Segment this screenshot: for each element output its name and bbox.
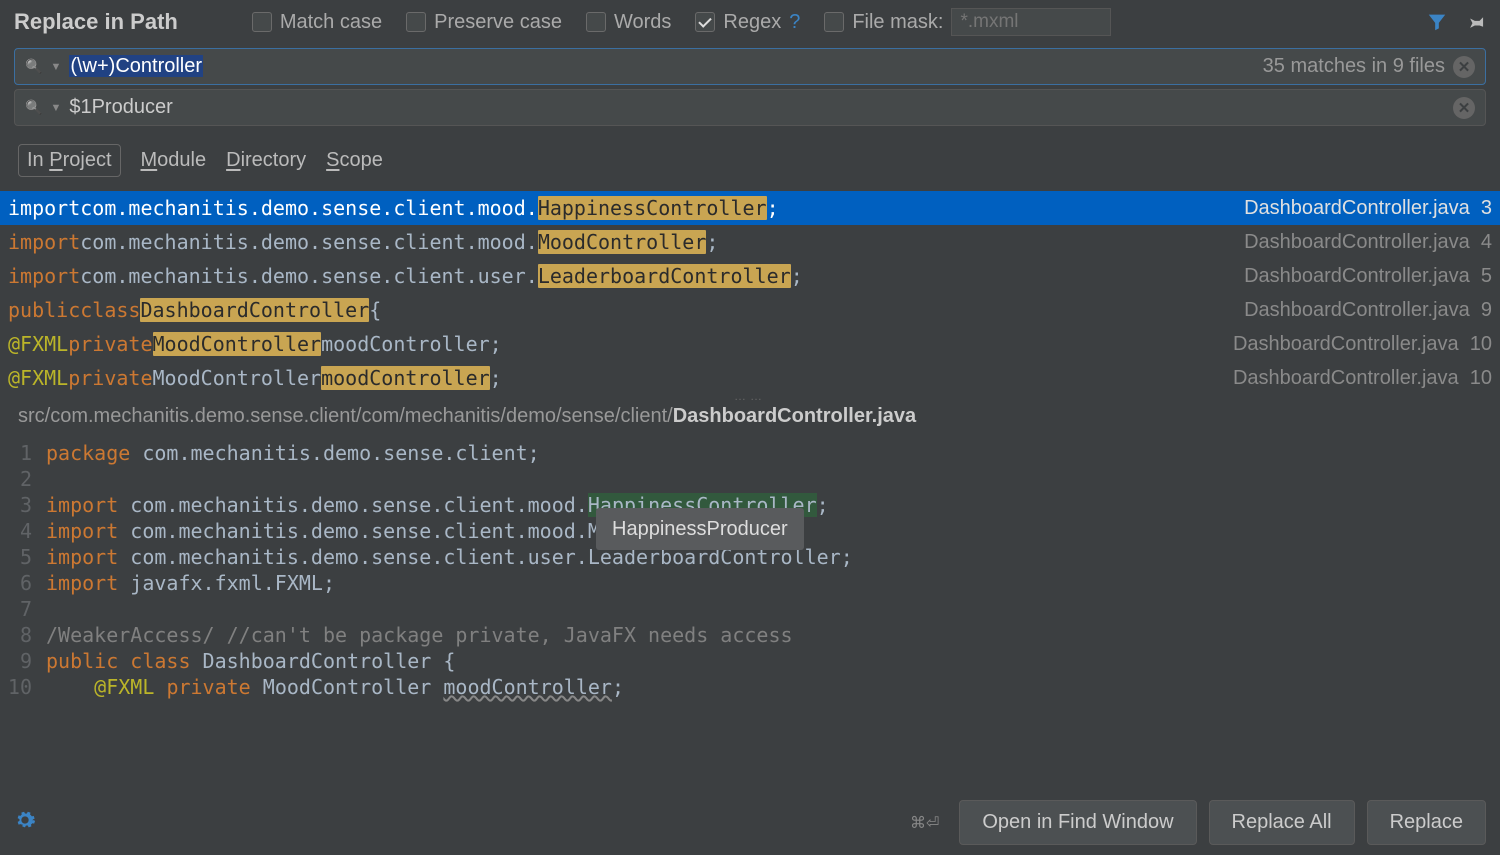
replace-text[interactable]: $1Producer bbox=[69, 96, 172, 119]
words-option[interactable]: Words bbox=[586, 11, 671, 34]
match-count: 35 matches in 9 files bbox=[1263, 55, 1445, 78]
replace-input-row[interactable]: ▼ $1Producer ✕ bbox=[14, 89, 1486, 126]
search-input-row[interactable]: ▼ (\w+)Controller 35 matches in 9 files … bbox=[14, 48, 1486, 85]
regex-checkbox[interactable] bbox=[695, 12, 715, 32]
clear-replace-icon[interactable]: ✕ bbox=[1453, 97, 1475, 119]
file-mask-input[interactable] bbox=[951, 8, 1111, 36]
replace-history-dropdown-icon[interactable]: ▼ bbox=[50, 102, 61, 114]
match-case-label: Match case bbox=[280, 11, 382, 34]
preserve-case-option[interactable]: Preserve case bbox=[406, 11, 562, 34]
result-row[interactable]: import com.mechanitis.demo.sense.client.… bbox=[0, 259, 1500, 293]
file-mask-checkbox[interactable] bbox=[824, 12, 844, 32]
header-bar: Replace in Path Match case Preserve case… bbox=[0, 0, 1500, 44]
result-row[interactable]: public class DashboardController {Dashbo… bbox=[0, 293, 1500, 327]
replace-icon bbox=[25, 99, 42, 116]
match-case-checkbox[interactable] bbox=[252, 12, 272, 32]
match-case-option[interactable]: Match case bbox=[252, 11, 382, 34]
scope-bar: In Project Module Directory Scope bbox=[0, 130, 1500, 191]
clear-search-icon[interactable]: ✕ bbox=[1453, 56, 1475, 78]
regex-option[interactable]: Regex? bbox=[695, 11, 800, 34]
filter-icon[interactable] bbox=[1426, 11, 1448, 33]
shortcut-hint: ⌘⏎ bbox=[910, 813, 939, 833]
result-row[interactable]: import com.mechanitis.demo.sense.client.… bbox=[0, 225, 1500, 259]
result-row[interactable]: @FXML private MoodController moodControl… bbox=[0, 327, 1500, 361]
editor-line[interactable]: 1package com.mechanitis.demo.sense.clien… bbox=[0, 440, 1500, 466]
pin-icon[interactable] bbox=[1466, 12, 1486, 32]
search-icon bbox=[25, 58, 42, 75]
settings-gear-icon[interactable] bbox=[14, 809, 36, 837]
dialog-title: Replace in Path bbox=[14, 9, 178, 35]
regex-help-icon[interactable]: ? bbox=[789, 11, 800, 34]
scope-scope[interactable]: Scope bbox=[326, 149, 383, 172]
open-in-find-window-button[interactable]: Open in Find Window bbox=[959, 800, 1196, 845]
scope-directory[interactable]: Directory bbox=[226, 149, 306, 172]
file-mask-option[interactable]: File mask: bbox=[824, 8, 1111, 36]
editor-line[interactable]: 7 bbox=[0, 596, 1500, 622]
preserve-case-label: Preserve case bbox=[434, 11, 562, 34]
replace-button[interactable]: Replace bbox=[1367, 800, 1486, 845]
results-list: import com.mechanitis.demo.sense.client.… bbox=[0, 191, 1500, 395]
scope-in-project[interactable]: In Project bbox=[18, 144, 121, 177]
footer-bar: ⌘⏎ Open in Find Window Replace All Repla… bbox=[0, 790, 1500, 855]
editor-line[interactable]: 2 bbox=[0, 466, 1500, 492]
preview-tooltip: HappinessProducer bbox=[596, 508, 804, 550]
preview-editor[interactable]: HappinessProducer 1package com.mechaniti… bbox=[0, 438, 1500, 700]
path-file: DashboardController.java bbox=[673, 405, 916, 427]
editor-line[interactable]: 8/WeakerAccess/ //can't be package priva… bbox=[0, 622, 1500, 648]
search-pattern-text[interactable]: (\w+)Controller bbox=[69, 55, 203, 78]
regex-label: Regex bbox=[723, 11, 781, 34]
editor-line[interactable]: 10 @FXML private MoodController moodCont… bbox=[0, 674, 1500, 700]
scope-module[interactable]: Module bbox=[141, 149, 207, 172]
file-mask-label: File mask: bbox=[852, 11, 943, 34]
path-dir: src/com.mechanitis.demo.sense.client/com… bbox=[18, 405, 673, 427]
result-row[interactable]: import com.mechanitis.demo.sense.client.… bbox=[0, 191, 1500, 225]
editor-line[interactable]: 9public class DashboardController { bbox=[0, 648, 1500, 674]
preserve-case-checkbox[interactable] bbox=[406, 12, 426, 32]
search-history-dropdown-icon[interactable]: ▼ bbox=[50, 61, 61, 73]
words-label: Words bbox=[614, 11, 671, 34]
replace-all-button[interactable]: Replace All bbox=[1209, 800, 1355, 845]
editor-line[interactable]: 6import javafx.fxml.FXML; bbox=[0, 570, 1500, 596]
words-checkbox[interactable] bbox=[586, 12, 606, 32]
